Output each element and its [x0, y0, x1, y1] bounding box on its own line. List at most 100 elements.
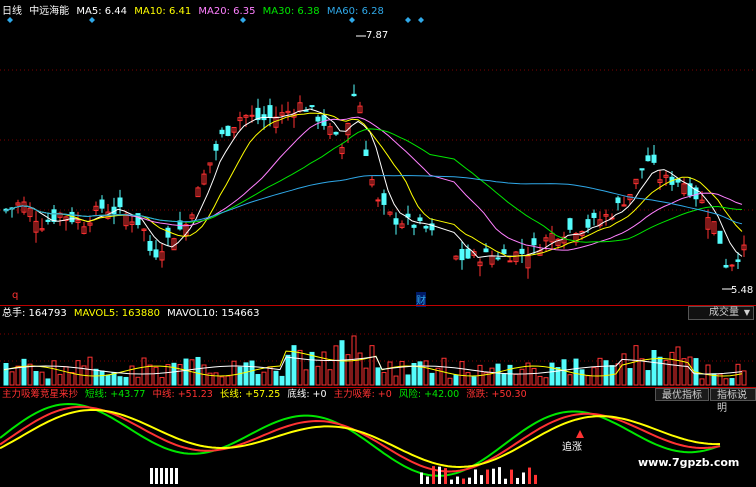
volume-bar — [237, 366, 243, 386]
volume-bar — [381, 371, 387, 386]
candle-body — [363, 149, 369, 157]
accumulation-bar — [462, 478, 465, 484]
volume-bar — [369, 345, 375, 386]
bottom-bar — [165, 468, 168, 484]
volume-bar — [33, 370, 39, 386]
accumulation-bar — [480, 475, 483, 484]
ma20-label: MA20: 6.35 — [198, 6, 256, 17]
volume-bar — [327, 369, 333, 386]
volume-bar — [555, 367, 561, 386]
volume-bar — [363, 367, 369, 386]
volume-legend: 总手: 164793 MAVOL5: 163880 MAVOL10: 15466… — [2, 308, 264, 320]
candle-body — [531, 238, 537, 246]
volume-bar — [321, 351, 327, 386]
volume-bar — [147, 364, 153, 386]
volume-bar — [531, 367, 537, 386]
volume-pane[interactable]: 总手: 164793 MAVOL5: 163880 MAVOL10: 15466… — [0, 306, 756, 388]
volume-bar — [309, 351, 315, 386]
volume-bar — [63, 366, 69, 386]
indicator-pane[interactable]: 主力吸筹竞星来抄 短线: +43.77 中线: +51.23 长线: +57.2… — [0, 388, 756, 487]
accumulation-bar — [432, 466, 435, 484]
price-pane[interactable]: 日线 中远海能 MA5: 6.44 MA10: 6.41 MA20: 6.35 … — [0, 0, 756, 307]
volume-bar — [3, 363, 9, 386]
accumulation-bar — [426, 476, 429, 484]
candle-body — [213, 143, 219, 151]
candle-body — [333, 131, 339, 135]
bottom-bar — [160, 468, 163, 484]
accumulation-bar — [456, 476, 459, 484]
candle-body — [717, 230, 723, 244]
volume-bar — [459, 361, 465, 386]
volume-bar — [39, 371, 45, 386]
candle-body — [495, 257, 501, 260]
volume-bar — [621, 353, 627, 386]
volume-bar — [105, 374, 111, 386]
volume-bar — [9, 371, 15, 386]
accumulation-bar — [420, 472, 423, 484]
volume-bar — [597, 357, 603, 386]
volume-bar — [543, 377, 549, 386]
candle-body — [651, 154, 657, 163]
volume-bar — [267, 366, 273, 386]
volume-bar — [135, 376, 141, 386]
volume-bar — [573, 358, 579, 386]
candle-body — [483, 248, 489, 253]
volume-bar — [99, 370, 105, 386]
low-price-label: 5.48 — [731, 285, 754, 296]
period-label[interactable]: 日线 — [2, 6, 22, 17]
change-label: 涨跌: +50.30 — [466, 389, 527, 400]
candle-body — [411, 224, 417, 228]
mavol5-label: MAVOL5: 163880 — [73, 308, 160, 319]
bottom-bar — [170, 468, 173, 484]
candle-body — [381, 193, 387, 205]
volume-indicator-dropdown[interactable]: 成交量 ▼ — [688, 306, 754, 320]
volume-bar — [273, 370, 279, 386]
mid-line-label: 中线: +51.23 — [152, 389, 213, 400]
volume-bar — [45, 378, 51, 386]
volume-bar — [159, 377, 165, 386]
volume-bar — [657, 356, 663, 386]
candle-body — [309, 105, 315, 108]
accumulation-bar — [504, 478, 507, 484]
candle-body — [615, 197, 621, 204]
volume-bar — [111, 372, 117, 386]
volume-bar — [699, 378, 705, 386]
volume-bar — [357, 352, 363, 386]
bottom-line-label: 底线: +0 — [287, 389, 327, 400]
accumulation-bar — [516, 477, 519, 484]
volume-bar — [261, 371, 267, 386]
long-line-label: 长线: +57.25 — [219, 389, 281, 400]
ma5-line — [3, 108, 743, 259]
volume-bar — [399, 360, 405, 386]
price-legend: 日线 中远海能 MA5: 6.44 MA10: 6.41 MA20: 6.35 … — [2, 6, 388, 18]
candle-body — [459, 248, 465, 261]
watermark: www.7gpzb.com — [638, 456, 740, 469]
ma10-label: MA10: 6.41 — [134, 6, 192, 17]
indicator-help-button[interactable]: 指标说明 — [710, 388, 756, 414]
accumulation-bar — [474, 469, 477, 484]
candle-body — [519, 248, 525, 254]
candle-body — [393, 218, 399, 225]
volume-bar — [423, 360, 429, 386]
volume-bar — [585, 375, 591, 386]
ma30-line — [3, 128, 743, 243]
volume-bar — [21, 358, 27, 386]
high-price-label: 7.87 — [366, 30, 389, 41]
accumulation-bar — [498, 467, 501, 484]
volume-bar — [495, 363, 501, 386]
accumulation-bar — [468, 477, 471, 484]
volume-bar — [255, 374, 261, 386]
indicator-chart[interactable] — [0, 388, 756, 487]
volume-bar — [405, 374, 411, 386]
accumulation-bar — [528, 467, 531, 484]
best-indicator-button[interactable]: 最优指标 — [655, 388, 709, 401]
price-chart[interactable] — [0, 0, 756, 305]
volume-bar — [729, 378, 735, 386]
volume-bar — [297, 349, 303, 386]
mavol10-label: MAVOL10: 154663 — [167, 308, 260, 319]
stock-name: 中远海能 — [29, 6, 70, 17]
chevron-down-icon: ▼ — [743, 308, 750, 317]
volume-bar — [51, 360, 57, 386]
volume-bar — [339, 340, 345, 386]
volume-bar — [429, 372, 435, 386]
